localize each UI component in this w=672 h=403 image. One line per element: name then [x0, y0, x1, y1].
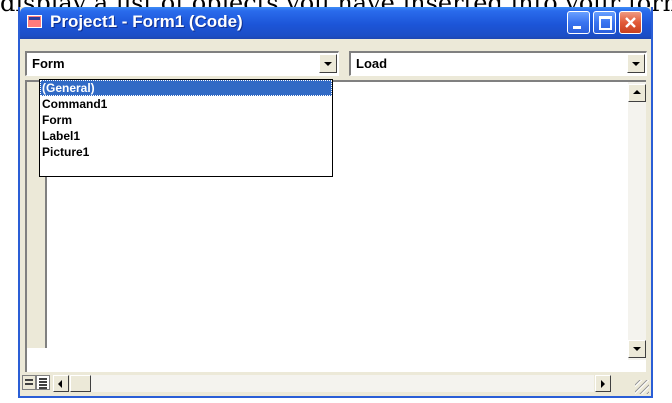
vb-form-icon[interactable]: [27, 15, 42, 28]
object-dropdown-list[interactable]: (General) Command1 Form Label1 Picture1: [39, 79, 333, 177]
scroll-left-button[interactable]: [53, 375, 69, 392]
resize-grip-icon[interactable]: [635, 380, 649, 394]
window-title: Project1 - Form1 (Code): [50, 12, 243, 31]
close-button[interactable]: [619, 11, 642, 34]
title-bar[interactable]: Project1 - Form1 (Code): [20, 7, 651, 39]
procedure-view-button[interactable]: [22, 375, 36, 390]
bottom-bar: [20, 372, 651, 396]
minimize-button[interactable]: [567, 11, 590, 34]
maximize-button[interactable]: [593, 11, 616, 34]
list-item-general[interactable]: (General): [40, 80, 332, 96]
scroll-down-button[interactable]: [628, 340, 646, 358]
horizontal-scroll-thumb[interactable]: [70, 375, 91, 392]
object-combo-arrow-button[interactable]: [319, 54, 337, 73]
vertical-scrollbar[interactable]: [628, 82, 646, 360]
object-combo[interactable]: Form: [25, 51, 339, 76]
code-window: Project1 - Form1 (Code) Form Load: [18, 7, 653, 398]
list-item-picture1[interactable]: Picture1: [40, 144, 332, 160]
list-item-label1[interactable]: Label1: [40, 128, 332, 144]
full-module-view-button[interactable]: [36, 375, 50, 390]
list-item-form[interactable]: Form: [40, 112, 332, 128]
scroll-up-button[interactable]: [628, 84, 646, 102]
object-combo-value: Form: [32, 56, 65, 71]
horizontal-scroll-track[interactable]: [91, 375, 594, 392]
procedure-combo-value: Load: [356, 56, 388, 71]
close-icon: [625, 17, 636, 28]
procedure-combo[interactable]: Load: [349, 51, 647, 76]
procedure-combo-arrow-button[interactable]: [627, 54, 645, 73]
scroll-right-button[interactable]: [595, 375, 611, 392]
list-item-command1[interactable]: Command1: [40, 96, 332, 112]
